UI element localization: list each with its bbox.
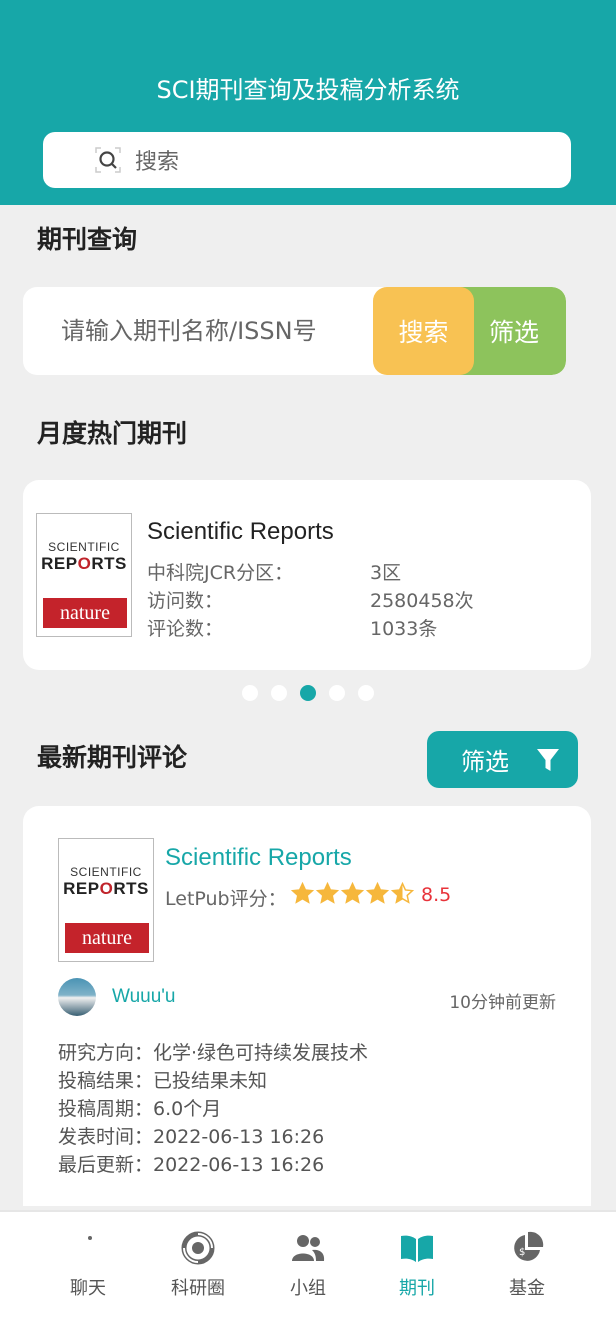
moon-chat-icon [43, 1232, 133, 1264]
journal-query-input[interactable]: 请输入期刊名称/ISSN号 [61, 287, 317, 375]
carousel-dot[interactable] [329, 685, 345, 701]
rating-score: 8.5 [421, 884, 452, 906]
visits-value: 2580458次 [370, 590, 474, 612]
tab-research-circle[interactable]: 科研圈 [153, 1231, 243, 1300]
hot-journal-card[interactable]: SCIENTIFIC REPORTS nature Scientific Rep… [23, 480, 591, 670]
nature-logo: nature [43, 598, 127, 628]
jcr-value: 3区 [370, 562, 402, 584]
review-detail-cycle: 投稿周期：6.0个月 [58, 1098, 222, 1120]
tab-label: 科研圈 [171, 1278, 225, 1299]
star-icon [290, 881, 315, 908]
star-icon [365, 881, 390, 908]
journal-cover-image: SCIENTIFIC REPORTS nature [36, 513, 132, 637]
tab-label: 基金 [509, 1278, 545, 1299]
svg-text:$: $ [519, 1247, 525, 1258]
tab-fund[interactable]: $ 基金 [482, 1231, 572, 1300]
reviews-filter-label: 筛选 [461, 748, 509, 776]
carousel-dot[interactable] [358, 685, 374, 701]
review-card[interactable]: SCIENTIFIC REPORTS nature Scientific Rep… [23, 806, 591, 1206]
tab-label: 聊天 [70, 1278, 106, 1299]
rating-label: LetPub评分： [165, 888, 287, 910]
cover-title-line: SCIENTIFIC [70, 865, 142, 879]
app-title: SCI期刊查询及投稿分析系统 [156, 76, 460, 104]
jcr-label: 中科院JCR分区： [147, 562, 294, 584]
funnel-icon [536, 747, 560, 779]
carousel-dot[interactable] [271, 685, 287, 701]
tab-journal[interactable]: 期刊 [372, 1232, 462, 1300]
review-detail-updated: 最后更新：2022-06-13 16:26 [58, 1154, 325, 1176]
comments-label: 评论数： [147, 618, 224, 640]
carousel-dot[interactable] [242, 685, 258, 701]
tab-group[interactable]: 小组 [263, 1232, 353, 1300]
cover-subtitle-line: REPORTS [41, 554, 127, 573]
research-circle-icon [153, 1231, 243, 1265]
review-detail-result: 投稿结果：已投结果未知 [58, 1070, 268, 1092]
reviews-filter-button[interactable]: 筛选 [427, 731, 578, 788]
rating-stars [290, 881, 415, 908]
nature-logo: nature [65, 923, 149, 953]
tab-chat[interactable]: 聊天 [43, 1232, 133, 1300]
hot-section-title: 月度热门期刊 [37, 419, 188, 448]
carousel-dot[interactable] [300, 685, 316, 701]
journal-book-icon [372, 1232, 462, 1264]
fund-chart-icon: $ [482, 1231, 572, 1264]
reviews-section-title: 最新期刊评论 [37, 743, 188, 772]
tab-label: 小组 [290, 1278, 326, 1299]
journal-name: Scientific Reports [147, 518, 334, 545]
review-detail-direction: 研究方向：化学·绿色可持续发展技术 [58, 1042, 369, 1064]
search-placeholder: 搜索 [135, 150, 180, 175]
carousel-indicator [242, 685, 374, 701]
avatar[interactable] [58, 978, 96, 1016]
tab-label: 期刊 [399, 1278, 435, 1299]
journal-query-box: 请输入期刊名称/ISSN号 筛选 搜索 [23, 287, 566, 375]
search-icon [95, 147, 121, 173]
cover-title-line: SCIENTIFIC [48, 540, 120, 554]
query-search-button[interactable]: 搜索 [373, 287, 474, 375]
search-bar[interactable]: 搜索 [43, 132, 571, 188]
cover-subtitle-line: REPORTS [63, 879, 149, 898]
star-icon [340, 881, 365, 908]
star-icon [315, 881, 340, 908]
review-detail-published: 发表时间：2022-06-13 16:26 [58, 1126, 325, 1148]
query-section-title: 期刊查询 [37, 225, 138, 254]
review-journal-cover: SCIENTIFIC REPORTS nature [58, 838, 154, 962]
review-updated-time: 10分钟前更新 [449, 993, 556, 1013]
review-username[interactable]: Wuuu'u [112, 986, 176, 1008]
bottom-tab-bar: 聊天 科研圈 小组 期刊 $ 基金 [0, 1210, 616, 1334]
group-icon [263, 1232, 353, 1264]
comments-value: 1033条 [370, 618, 438, 640]
visits-label: 访问数： [147, 590, 224, 612]
review-journal-name[interactable]: Scientific Reports [165, 844, 352, 872]
star-icon [390, 881, 415, 908]
header-bar: SCI期刊查询及投稿分析系统 搜索 [0, 0, 616, 205]
